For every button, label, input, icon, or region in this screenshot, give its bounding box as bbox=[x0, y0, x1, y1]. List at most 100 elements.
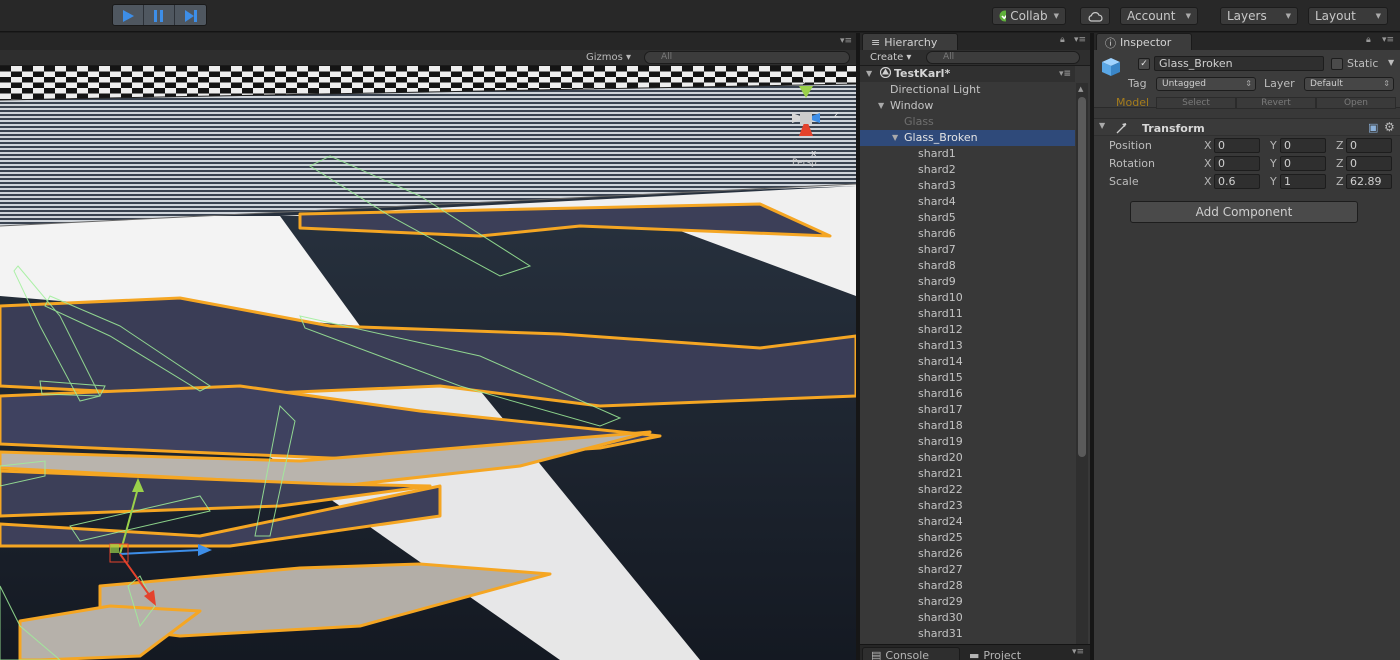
scene-viewport[interactable]: y z x Persp bbox=[0, 66, 856, 660]
scene-menu-icon[interactable]: ▾≡ bbox=[1059, 66, 1071, 82]
fold-open-icon[interactable]: ▼ bbox=[1099, 121, 1105, 130]
hierarchy-scrollbar[interactable]: ▲ ▼ bbox=[1076, 83, 1088, 660]
scrollbar-thumb[interactable] bbox=[1078, 97, 1086, 457]
transform-y-field[interactable]: 0 bbox=[1280, 138, 1326, 153]
hierarchy-item[interactable]: shard28 bbox=[860, 578, 1075, 594]
model-select-button[interactable]: Select bbox=[1156, 97, 1236, 109]
add-component-button[interactable]: Add Component bbox=[1130, 201, 1358, 223]
layer-dropdown[interactable]: Default ⇕ bbox=[1304, 77, 1394, 91]
static-dropdown-icon[interactable]: ▼ bbox=[1388, 58, 1394, 67]
hierarchy-item[interactable]: shard23 bbox=[860, 498, 1075, 514]
tab-inspector[interactable]: ⓘ Inspector bbox=[1096, 33, 1192, 50]
fold-open-icon[interactable]: ▼ bbox=[892, 130, 898, 146]
axis-z-label[interactable]: Z bbox=[1336, 139, 1344, 152]
axis-x-label[interactable]: X bbox=[1204, 175, 1212, 188]
axis-z-label[interactable]: Z bbox=[1336, 175, 1344, 188]
hierarchy-item[interactable]: shard1 bbox=[860, 146, 1075, 162]
transform-x-field[interactable]: 0 bbox=[1214, 138, 1260, 153]
hierarchy-item[interactable]: shard8 bbox=[860, 258, 1075, 274]
hierarchy-item[interactable]: shard5 bbox=[860, 210, 1075, 226]
collab-button[interactable]: Collab ▼ bbox=[992, 7, 1066, 25]
hierarchy-item[interactable]: shard14 bbox=[860, 354, 1075, 370]
hierarchy-item[interactable]: shard19 bbox=[860, 434, 1075, 450]
axis-y-label[interactable]: Y bbox=[1270, 175, 1277, 188]
transform-y-field[interactable]: 0 bbox=[1280, 156, 1326, 171]
panel-menu-icon[interactable]: ▾≡ bbox=[1382, 35, 1394, 45]
hierarchy-item[interactable]: shard11 bbox=[860, 306, 1075, 322]
play-button[interactable] bbox=[113, 5, 144, 25]
static-checkbox[interactable] bbox=[1331, 58, 1343, 70]
hierarchy-item[interactable]: shard20 bbox=[860, 450, 1075, 466]
hierarchy-item[interactable]: shard22 bbox=[860, 482, 1075, 498]
hierarchy-item[interactable]: shard30 bbox=[860, 610, 1075, 626]
panel-menu-icon[interactable]: ▾≡ bbox=[1074, 35, 1086, 45]
hierarchy-item[interactable]: ▼ Window bbox=[860, 98, 1075, 114]
tab-project[interactable]: ▬ Project bbox=[960, 647, 1058, 660]
hierarchy-item[interactable]: shard27 bbox=[860, 562, 1075, 578]
hierarchy-item[interactable]: shard2 bbox=[860, 162, 1075, 178]
hierarchy-item[interactable]: Glass bbox=[860, 114, 1075, 130]
step-button[interactable] bbox=[175, 5, 206, 25]
fold-open-icon[interactable]: ▼ bbox=[866, 66, 872, 82]
panel-menu-icon[interactable]: ▾≡ bbox=[840, 36, 852, 46]
scene-search-input[interactable]: All bbox=[644, 51, 850, 64]
hierarchy-item[interactable]: shard10 bbox=[860, 290, 1075, 306]
pause-button[interactable] bbox=[144, 5, 175, 25]
transform-z-field[interactable]: 0 bbox=[1346, 156, 1392, 171]
hierarchy-item[interactable]: shard25 bbox=[860, 530, 1075, 546]
lock-icon[interactable]: 🔒︎ bbox=[1366, 35, 1371, 45]
account-dropdown[interactable]: Account ▼ bbox=[1120, 7, 1198, 25]
hierarchy-item[interactable]: Directional Light bbox=[860, 82, 1075, 98]
hierarchy-item[interactable]: shard15 bbox=[860, 370, 1075, 386]
hierarchy-item[interactable]: shard18 bbox=[860, 418, 1075, 434]
hierarchy-item[interactable]: shard26 bbox=[860, 546, 1075, 562]
hierarchy-item[interactable]: ▼ Glass_Broken bbox=[860, 130, 1075, 146]
layout-dropdown[interactable]: Layout ▼ bbox=[1308, 7, 1388, 25]
gear-icon[interactable]: ⚙ bbox=[1384, 120, 1395, 134]
hierarchy-item[interactable]: shard31 bbox=[860, 626, 1075, 642]
transform-z-field[interactable]: 0 bbox=[1346, 138, 1392, 153]
axis-y-label[interactable]: Y bbox=[1270, 157, 1277, 170]
hierarchy-item[interactable]: shard24 bbox=[860, 514, 1075, 530]
cloud-button[interactable] bbox=[1080, 7, 1110, 25]
gizmos-dropdown[interactable]: Gizmos ▾ bbox=[586, 52, 631, 63]
hierarchy-item[interactable]: shard17 bbox=[860, 402, 1075, 418]
fold-open-icon[interactable]: ▼ bbox=[878, 98, 884, 114]
hierarchy-item-label: shard19 bbox=[918, 435, 963, 448]
help-icon[interactable]: ▣ bbox=[1368, 121, 1378, 134]
hierarchy-item[interactable]: shard29 bbox=[860, 594, 1075, 610]
hierarchy-item[interactable]: shard16 bbox=[860, 386, 1075, 402]
hierarchy-item[interactable]: shard6 bbox=[860, 226, 1075, 242]
axis-x-label[interactable]: X bbox=[1204, 139, 1212, 152]
transform-component-header[interactable]: ▼ Transform ▣ ⚙ bbox=[1094, 118, 1400, 136]
hierarchy-item[interactable]: shard7 bbox=[860, 242, 1075, 258]
transform-x-field[interactable]: 0 bbox=[1214, 156, 1260, 171]
model-revert-button[interactable]: Revert bbox=[1236, 97, 1316, 109]
model-open-button[interactable]: Open bbox=[1316, 97, 1396, 109]
create-dropdown[interactable]: Create ▾ bbox=[870, 52, 911, 63]
lock-icon[interactable]: 🔒︎ bbox=[1060, 35, 1065, 45]
transform-y-field[interactable]: 1 bbox=[1280, 174, 1326, 189]
layers-dropdown[interactable]: Layers ▼ bbox=[1220, 7, 1298, 25]
axis-x-label[interactable]: X bbox=[1204, 157, 1212, 170]
panel-menu-icon[interactable]: ▾≡ bbox=[1072, 647, 1084, 657]
hierarchy-item[interactable]: shard13 bbox=[860, 338, 1075, 354]
axis-z-label[interactable]: Z bbox=[1336, 157, 1344, 170]
hierarchy-search-input[interactable]: All bbox=[926, 51, 1080, 64]
active-checkbox[interactable]: ✓ bbox=[1138, 58, 1150, 70]
perspective-label[interactable]: Persp bbox=[792, 158, 817, 168]
scroll-up-icon[interactable]: ▲ bbox=[1078, 85, 1083, 93]
tab-hierarchy[interactable]: ≡ Hierarchy bbox=[862, 33, 958, 50]
hierarchy-item[interactable]: shard4 bbox=[860, 194, 1075, 210]
transform-z-field[interactable]: 62.89 bbox=[1346, 174, 1392, 189]
object-name-field[interactable]: Glass_Broken bbox=[1154, 56, 1324, 71]
hierarchy-item[interactable]: shard12 bbox=[860, 322, 1075, 338]
hierarchy-item[interactable]: shard3 bbox=[860, 178, 1075, 194]
hierarchy-item[interactable]: shard21 bbox=[860, 466, 1075, 482]
tag-dropdown[interactable]: Untagged ⇕ bbox=[1156, 77, 1256, 91]
scene-row[interactable]: ▼ TestKarl* ▾≡ bbox=[860, 66, 1075, 82]
hierarchy-item[interactable]: shard9 bbox=[860, 274, 1075, 290]
transform-x-field[interactable]: 0.6 bbox=[1214, 174, 1260, 189]
tab-console[interactable]: ▤ Console bbox=[862, 647, 960, 660]
axis-y-label[interactable]: Y bbox=[1270, 139, 1277, 152]
